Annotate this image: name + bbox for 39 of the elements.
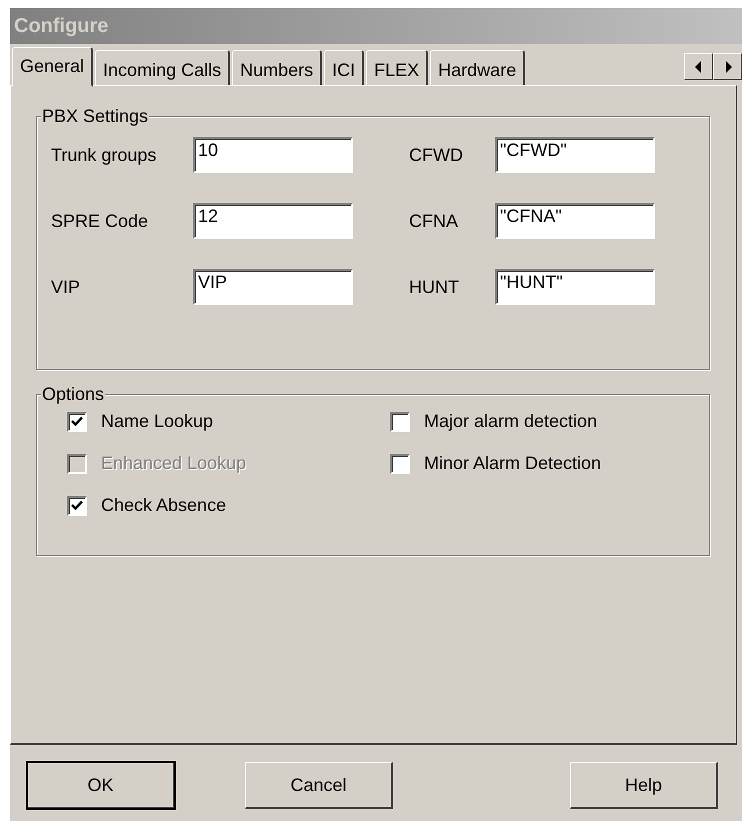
input-field[interactable]: "HUNT" xyxy=(495,269,655,305)
tab[interactable]: General xyxy=(12,47,94,87)
checkbox[interactable] xyxy=(390,454,410,474)
input-field[interactable]: 12 xyxy=(193,203,353,239)
field-label: CFNA xyxy=(408,210,459,232)
field-label: CFWD xyxy=(408,144,464,166)
input-field[interactable]: "CFWD" xyxy=(495,137,655,173)
field-label: VIP xyxy=(51,276,82,298)
checkbox[interactable] xyxy=(67,412,87,432)
input-field[interactable]: VIP xyxy=(193,269,353,305)
check-icon xyxy=(71,500,83,511)
scroll-left-button[interactable] xyxy=(684,53,713,80)
field-label: Trunk groups xyxy=(51,144,158,166)
check-icon xyxy=(71,416,83,427)
field-label: HUNT xyxy=(408,276,460,298)
tab[interactable]: Hardware xyxy=(430,50,526,85)
checkbox[interactable] xyxy=(390,412,410,432)
checkbox-label: Name Lookup xyxy=(101,411,214,432)
field-label: SPRE Code xyxy=(51,210,150,232)
input-field[interactable]: "CFNA" xyxy=(495,203,655,239)
tab[interactable]: Numbers xyxy=(232,50,322,85)
right-triangle-icon xyxy=(724,60,732,72)
checkbox[interactable] xyxy=(67,496,87,516)
input-field[interactable]: 10 xyxy=(193,137,353,173)
checkbox-label: Minor Alarm Detection xyxy=(424,453,602,474)
dialog-button[interactable]: Cancel xyxy=(245,762,393,809)
checkbox-label: Major alarm detection xyxy=(424,411,598,432)
tab[interactable]: FLEX xyxy=(366,50,428,85)
dialog-button[interactable]: OK xyxy=(27,762,175,809)
window-title: Configure xyxy=(10,8,742,44)
tab[interactable]: ICI xyxy=(324,50,364,85)
left-triangle-icon xyxy=(694,60,702,72)
dialog-button[interactable]: Help xyxy=(570,762,718,809)
checkbox-label: Enhanced Lookup xyxy=(101,453,246,474)
group-title: PBX Settings xyxy=(41,106,150,126)
group-title: Options xyxy=(41,384,106,404)
tab[interactable]: Incoming Calls xyxy=(95,50,230,85)
scroll-right-button[interactable] xyxy=(713,53,742,80)
checkbox-label: Check Absence xyxy=(101,495,226,516)
